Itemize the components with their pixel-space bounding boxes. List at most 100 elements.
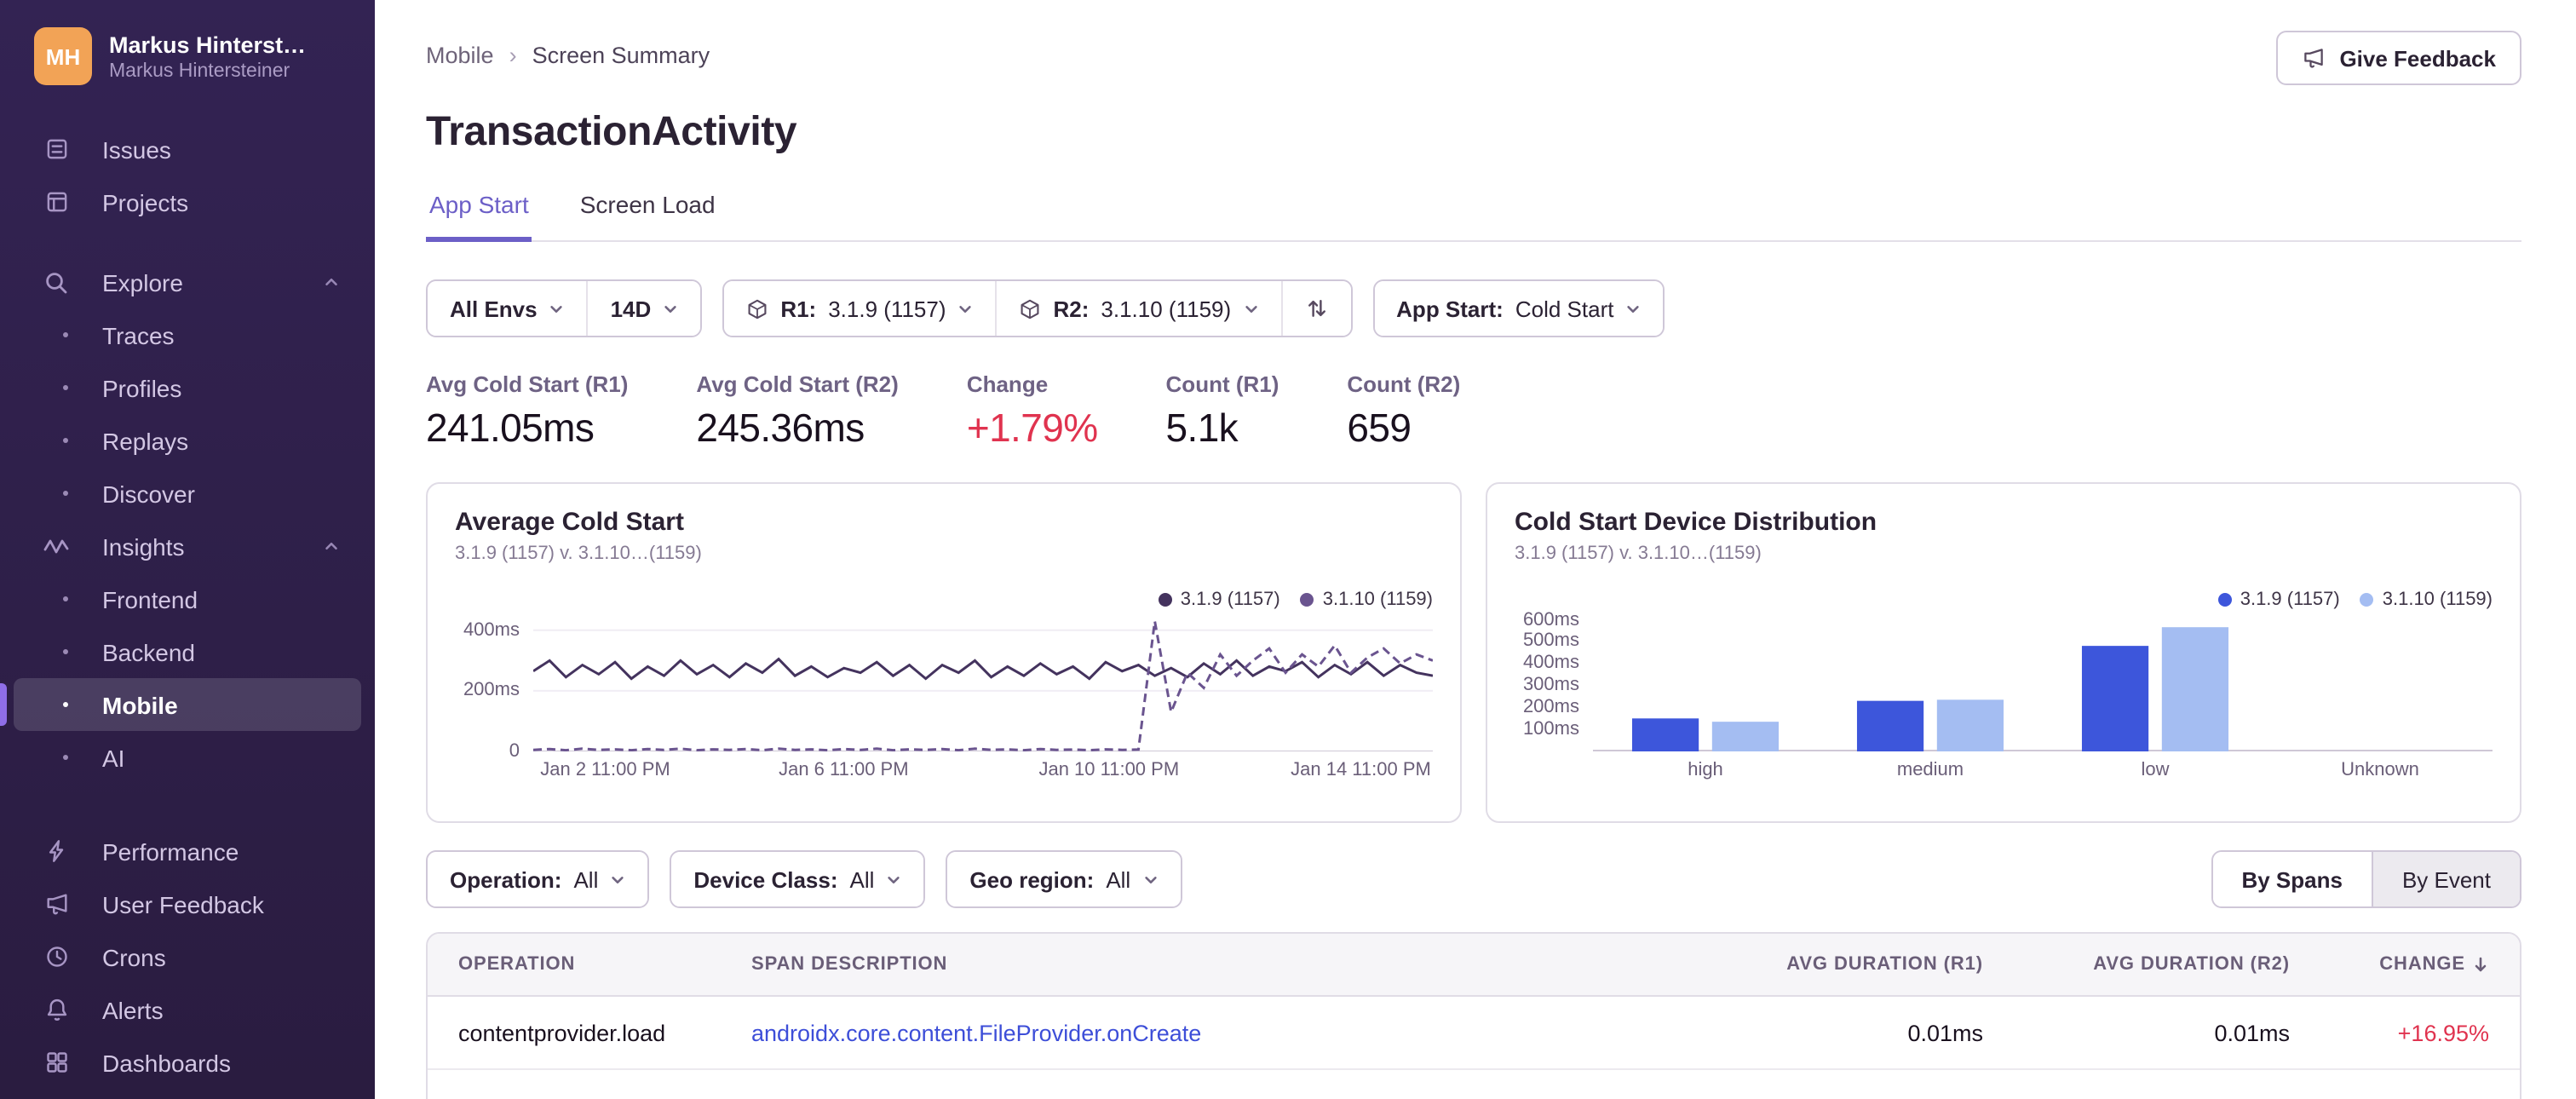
projects-icon	[34, 189, 78, 215]
chart-title: Cold Start Device Distribution	[1515, 508, 1877, 537]
by-event-toggle[interactable]: By Event	[2371, 852, 2520, 906]
tab-app-start[interactable]: App Start	[426, 191, 532, 242]
megaphone-icon	[2302, 46, 2326, 70]
operation-filter[interactable]: Operation: All	[428, 852, 648, 906]
sidebar-item-user-feedback[interactable]: User Feedback	[0, 877, 375, 930]
sidebar-item-insights[interactable]: Insights	[0, 520, 375, 573]
geo-region-filter[interactable]: Geo region: All	[947, 852, 1181, 906]
release-compare-group: R1: 3.1.9 (1157) R2: 3.1.10 (1159)	[722, 279, 1353, 337]
sort-desc-icon	[2472, 956, 2489, 973]
sidebar-item-issues[interactable]: Issues	[0, 123, 375, 175]
sidebar-item-backend[interactable]: Backend	[0, 625, 375, 678]
lightning-icon	[34, 838, 78, 864]
sidebar-item-label: Crons	[102, 943, 166, 970]
breadcrumb-mobile[interactable]: Mobile	[426, 43, 494, 68]
date-range-filter[interactable]: 14D	[586, 281, 701, 336]
filter-row-secondary: Operation: All Device Class: All Geo reg…	[426, 850, 2521, 908]
user-name: Markus Hinterst…	[109, 32, 307, 57]
sidebar-item-label: Insights	[102, 532, 185, 560]
environment-filter[interactable]: All Envs	[428, 281, 587, 336]
sidebar-item-profiles[interactable]: Profiles	[0, 361, 375, 414]
legend-item-r1[interactable]: 3.1.9 (1157)	[1158, 590, 1280, 610]
sidebar-item-crons[interactable]: Crons	[0, 930, 375, 983]
sidebar-item-traces[interactable]: Traces	[0, 308, 375, 361]
app-start-type-filter[interactable]: App Start: Cold Start	[1374, 281, 1664, 336]
sidebar-item-label: Backend	[102, 638, 195, 665]
sidebar-item-mobile[interactable]: Mobile	[0, 678, 361, 731]
sidebar: MH Markus Hinterst… Markus Hintersteiner…	[0, 0, 375, 1099]
breadcrumb: Mobile › Screen Summary	[426, 31, 710, 68]
sidebar-item-ai[interactable]: AI	[0, 731, 375, 784]
swap-releases-button[interactable]	[1280, 281, 1351, 336]
cell-change: +16.95%	[2397, 1020, 2489, 1045]
user-menu[interactable]: MH Markus Hinterst… Markus Hintersteiner	[0, 20, 375, 106]
series-dot	[2360, 593, 2374, 607]
sidebar-item-label: Traces	[102, 321, 175, 348]
table-row	[428, 1070, 2520, 1099]
avatar: MH	[34, 27, 92, 85]
avg-cold-start-chart-card: Average Cold Start 3.1.9 (1157) v. 3.1.1…	[426, 482, 1462, 823]
sidebar-item-label: Alerts	[102, 996, 164, 1023]
bullet-dot	[34, 491, 78, 496]
chart-subtitle: 3.1.9 (1157) v. 3.1.10…(1159)	[1515, 544, 1762, 564]
release-icon	[1020, 297, 1042, 319]
sidebar-item-alerts[interactable]: Alerts	[0, 983, 375, 1036]
user-org: Markus Hintersteiner	[109, 60, 290, 81]
sidebar-item-replays[interactable]: Replays	[0, 414, 375, 467]
stat-avg-cold-start-r2: Avg Cold Start (R2) 245.36ms	[696, 371, 899, 450]
device-distribution-chart-card: Cold Start Device Distribution 3.1.9 (11…	[1486, 482, 2521, 823]
sidebar-item-frontend[interactable]: Frontend	[0, 573, 375, 625]
device-class-filter[interactable]: Device Class: All	[671, 852, 924, 906]
filter-row-primary: All Envs 14D R1: 3.1.9 (1157) R2: 3.1.10…	[426, 279, 2521, 337]
tab-bar: App Start Screen Load	[426, 191, 2521, 242]
x-axis-labels: Jan 2 11:00 PM Jan 6 11:00 PM Jan 10 11:00…	[540, 760, 1431, 780]
tab-screen-load[interactable]: Screen Load	[577, 191, 719, 242]
swap-arrows-icon	[1304, 296, 1328, 320]
by-spans-toggle[interactable]: By Spans	[2212, 852, 2372, 906]
give-feedback-button[interactable]: Give Feedback	[2276, 31, 2521, 85]
stats-row: Avg Cold Start (R1) 241.05ms Avg Cold St…	[426, 371, 2521, 452]
chevron-up-icon[interactable]	[322, 273, 341, 291]
column-span-description[interactable]: SPAN DESCRIPTION	[751, 954, 1685, 975]
sidebar-item-label: Dashboards	[102, 1049, 231, 1076]
bullet-dot	[34, 438, 78, 443]
release-1-selector[interactable]: R1: 3.1.9 (1157)	[724, 281, 996, 336]
sidebar-item-explore[interactable]: Explore	[0, 256, 375, 308]
column-change[interactable]: CHANGE	[2290, 954, 2520, 975]
span-description-link[interactable]: androidx.core.content.FileProvider.onCre…	[751, 1020, 1201, 1045]
stat-count-r1: Count (R1) 5.1k	[1165, 371, 1279, 450]
table-row: contentprovider.load androidx.core.conte…	[428, 997, 2520, 1070]
legend-item-r2[interactable]: 3.1.10 (1159)	[1300, 590, 1433, 610]
chevron-down-icon	[663, 296, 678, 321]
stat-change: Change +1.79%	[966, 371, 1098, 450]
chevron-up-icon[interactable]	[322, 537, 341, 555]
breadcrumb-current: Screen Summary	[532, 43, 710, 68]
sidebar-item-label: Mobile	[102, 691, 178, 718]
legend-item-r2[interactable]: 3.1.10 (1159)	[2360, 590, 2493, 610]
sidebar-item-label: Profiles	[102, 374, 182, 401]
column-avg-duration-r1[interactable]: AVG DURATION (R1)	[1685, 954, 1983, 975]
sidebar-item-dashboards[interactable]: Dashboards	[0, 1036, 375, 1089]
column-operation[interactable]: OPERATION	[428, 954, 751, 975]
sidebar-item-performance[interactable]: Performance	[0, 825, 375, 877]
bullet-dot	[34, 649, 78, 654]
bullet-dot	[34, 702, 78, 707]
clock-icon	[34, 944, 78, 970]
series-dot	[2217, 593, 2232, 607]
sidebar-item-discover[interactable]: Discover	[0, 467, 375, 520]
spans-table: OPERATION SPAN DESCRIPTION AVG DURATION …	[426, 932, 2521, 1099]
chevron-down-icon	[1625, 296, 1641, 321]
column-avg-duration-r2[interactable]: AVG DURATION (R2)	[1983, 954, 2290, 975]
chart-legend: 3.1.9 (1157) 3.1.10 (1159)	[2217, 590, 2493, 610]
stat-avg-cold-start-r1: Avg Cold Start (R1) 241.05ms	[426, 371, 629, 450]
sidebar-item-label: Discover	[102, 480, 195, 507]
sidebar-item-releases[interactable]: Releases	[0, 1089, 375, 1099]
sidebar-item-projects[interactable]: Projects	[0, 175, 375, 228]
sidebar-nav: Issues Projects Explore Traces Profiles	[0, 123, 375, 1099]
legend-item-r1[interactable]: 3.1.9 (1157)	[2217, 590, 2340, 610]
chart-legend: 3.1.9 (1157) 3.1.10 (1159)	[1158, 590, 1433, 610]
chart-subtitle: 3.1.9 (1157) v. 3.1.10…(1159)	[455, 544, 702, 564]
app-root: MH Markus Hinterst… Markus Hintersteiner…	[0, 0, 2576, 1099]
release-2-selector[interactable]: R2: 3.1.10 (1159)	[995, 281, 1281, 336]
table-header: OPERATION SPAN DESCRIPTION AVG DURATION …	[428, 934, 2520, 997]
